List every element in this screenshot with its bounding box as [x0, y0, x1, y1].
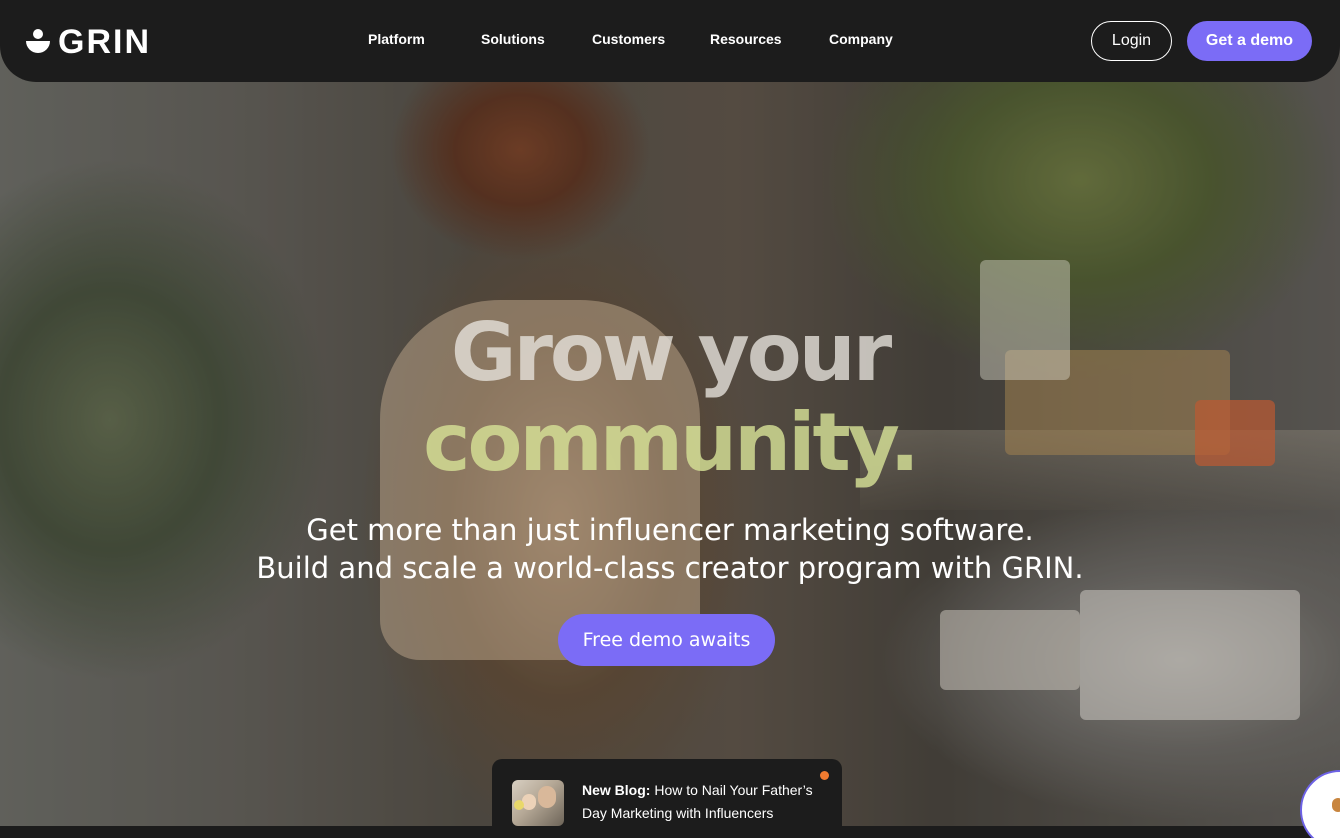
hero-headline-line-2: community.: [423, 396, 920, 489]
nav-link-customers[interactable]: Customers: [592, 31, 665, 47]
nav-link-solutions[interactable]: Solutions: [481, 31, 545, 47]
hero-subheading-line-2: Build and scale a world-class creator pr…: [256, 551, 1084, 585]
hero-subheading-line-1: Get more than just influencer marketing …: [306, 513, 1034, 547]
plates-stack-shape: [1080, 590, 1300, 720]
plates-shape: [940, 610, 1080, 690]
notification-dot-icon: [820, 771, 829, 780]
login-button[interactable]: Login: [1091, 21, 1172, 61]
blog-banner-text[interactable]: New Blog: How to Nail Your Father’s Day …: [582, 779, 830, 825]
blog-label: New Blog:: [582, 782, 651, 798]
hero-headline-line-1: Grow your: [450, 306, 892, 399]
chat-avatar-icon: [1332, 798, 1340, 812]
nav-link-resources[interactable]: Resources: [710, 31, 782, 47]
nav-link-platform[interactable]: Platform: [368, 31, 425, 47]
nav-link-company[interactable]: Company: [829, 31, 893, 47]
top-navigation-bar: GRIN Platform Solutions Customers Resour…: [0, 0, 1340, 82]
blog-thumbnail-image: [512, 780, 564, 826]
free-demo-button[interactable]: Free demo awaits: [558, 614, 775, 666]
blog-banner[interactable]: New Blog: How to Nail Your Father’s Day …: [492, 759, 842, 838]
get-a-demo-button[interactable]: Get a demo: [1187, 21, 1312, 61]
